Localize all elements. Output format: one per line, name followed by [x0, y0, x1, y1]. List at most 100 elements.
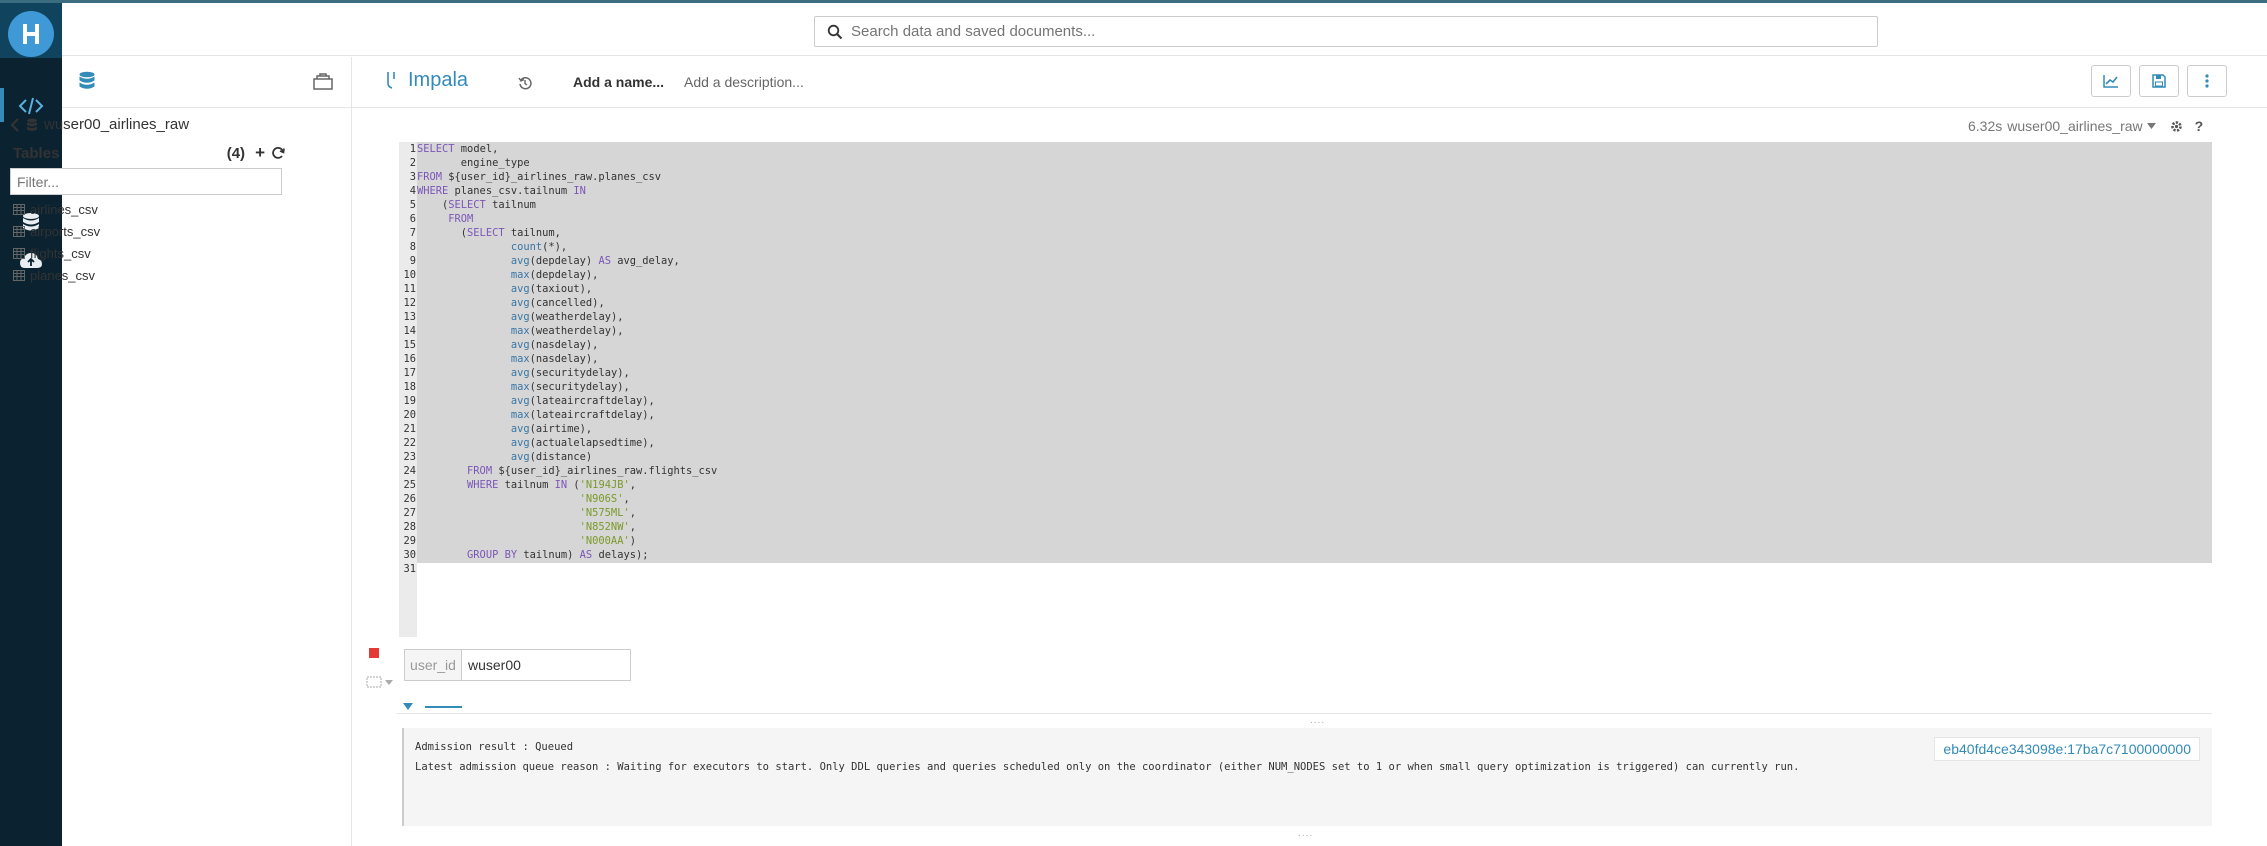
database-name: wuser00_airlines_raw [44, 116, 190, 133]
table-name: airports_csv [30, 224, 101, 239]
line-code: (SELECT tailnum, [417, 227, 561, 239]
history-icon[interactable] [518, 76, 532, 90]
query-result-panel: Admission result : Queued Latest admissi… [402, 728, 2212, 826]
tables-label: Tables [13, 144, 60, 162]
resize-handle[interactable]: .... [1310, 715, 1325, 726]
line-number: 1 [409, 143, 416, 155]
line-code: avg(nasdelay), [510, 339, 599, 351]
line-code: avg(depdelay) AS avg_delay, [510, 255, 680, 267]
search-input[interactable] [851, 23, 1751, 40]
sql-editor[interactable]: 1 SELECT model, 2 engine_type 3 FROM ${user_… [399, 142, 2212, 637]
admission-result: Admission result : Queued [415, 741, 574, 753]
line-code: max(nasdelay), [510, 353, 599, 365]
line-code: 'N575ML', [579, 507, 636, 519]
line-number: 12 [403, 297, 416, 309]
execution-info: 6.32s wuser00_airlines_raw ? [1968, 118, 2203, 134]
caret-down-icon[interactable] [2146, 123, 2156, 129]
line-number: 2 [409, 157, 416, 169]
top-bar [62, 3, 2267, 56]
query-id-link[interactable]: eb40fd4ce343098e:17ba7c7100000000 [1934, 737, 2200, 761]
line-code: WHERE tailnum IN ('N194JB', [467, 479, 636, 491]
line-number: 23 [403, 451, 416, 463]
table-name: airlines_csv [30, 202, 98, 217]
line-number: 30 [403, 549, 416, 561]
save-button[interactable] [2139, 65, 2179, 97]
gear-icon[interactable] [2170, 120, 2183, 133]
table-item[interactable]: flights_csv [13, 246, 91, 261]
engine-label[interactable]: Impala [408, 69, 468, 92]
chart-icon [2103, 75, 2118, 88]
line-number: 25 [403, 479, 416, 491]
execution-time: 6.32s [1968, 118, 2003, 134]
hue-logo[interactable] [8, 11, 54, 57]
line-number: 31 [403, 563, 416, 575]
line-code: avg(securitydelay), [510, 367, 630, 379]
query-description-field[interactable]: Add a description... [684, 74, 804, 90]
line-code: GROUP BY tailnum) AS delays); [467, 549, 649, 561]
documents-icon[interactable] [312, 73, 334, 91]
resize-handle[interactable]: .... [1298, 828, 1313, 839]
tables-header: Tables (4) + [13, 143, 285, 163]
more-button[interactable] [2187, 65, 2227, 97]
line-number: 3 [409, 171, 416, 183]
stop-button[interactable] [369, 648, 379, 658]
line-number: 11 [403, 283, 416, 295]
line-code: FROM ${user_id}_airlines_raw.planes_csv [417, 171, 661, 183]
tables-count: (4) [226, 144, 246, 162]
chart-button[interactable] [2091, 65, 2131, 97]
snippet-options-icon[interactable] [366, 676, 394, 688]
line-code: WHERE planes_csv.tailnum IN [417, 185, 586, 197]
line-number: 4 [409, 185, 416, 197]
line-code: max(depdelay), [510, 269, 599, 281]
parameter-label: user_id [405, 650, 462, 680]
table-item[interactable]: airports_csv [13, 224, 100, 239]
line-number: 22 [403, 437, 416, 449]
add-icon[interactable]: + [255, 143, 265, 163]
parameter-input[interactable] [462, 650, 630, 680]
query-name-field[interactable]: Add a name... [573, 74, 664, 90]
line-number: 7 [409, 227, 416, 239]
table-icon [13, 270, 25, 281]
refresh-icon[interactable] [271, 146, 285, 160]
line-code: 'N906S', [579, 493, 630, 505]
result-tab-indicator[interactable] [425, 706, 462, 708]
help-icon[interactable]: ? [2195, 118, 2204, 134]
table-filter-input[interactable] [10, 168, 282, 195]
line-code: max(weatherdelay), [510, 325, 624, 337]
collapse-caret-icon[interactable] [403, 703, 413, 710]
line-number: 29 [403, 535, 416, 547]
database-icon[interactable] [78, 71, 96, 91]
line-code: avg(lateaircraftdelay), [510, 395, 655, 407]
line-code: avg(taxiout), [510, 283, 593, 295]
global-search[interactable] [814, 16, 1878, 47]
line-code: max(securitydelay), [510, 381, 630, 393]
divider [397, 713, 2212, 714]
line-number: 13 [403, 311, 416, 323]
chevron-left-icon[interactable] [10, 117, 20, 132]
line-number: 14 [403, 325, 416, 337]
line-code: engine_type [417, 157, 530, 169]
line-code: FROM [448, 213, 474, 225]
line-code: avg(weatherdelay), [510, 311, 624, 323]
selection-highlight [417, 142, 2212, 563]
line-number: 17 [403, 367, 416, 379]
table-name: flights_csv [30, 246, 91, 261]
line-code: avg(cancelled), [510, 297, 605, 309]
line-number: 18 [403, 381, 416, 393]
more-vertical-icon [2205, 74, 2209, 88]
table-icon [13, 226, 25, 237]
table-item[interactable]: airlines_csv [13, 202, 98, 217]
admission-reason: Latest admission queue reason : Waiting … [415, 761, 1800, 773]
line-number: 27 [403, 507, 416, 519]
line-code: SELECT model, [417, 143, 499, 155]
save-icon [2152, 74, 2166, 88]
table-item[interactable]: planes_csv [13, 268, 95, 283]
line-number: 19 [403, 395, 416, 407]
parameter-user-id: user_id [404, 649, 631, 681]
database-breadcrumb[interactable]: wuser00_airlines_raw [10, 116, 189, 133]
impala-icon [387, 72, 395, 89]
context-database[interactable]: wuser00_airlines_raw [2007, 118, 2142, 134]
assist-header [62, 57, 352, 108]
line-number: 26 [403, 493, 416, 505]
line-number: 15 [403, 339, 416, 351]
